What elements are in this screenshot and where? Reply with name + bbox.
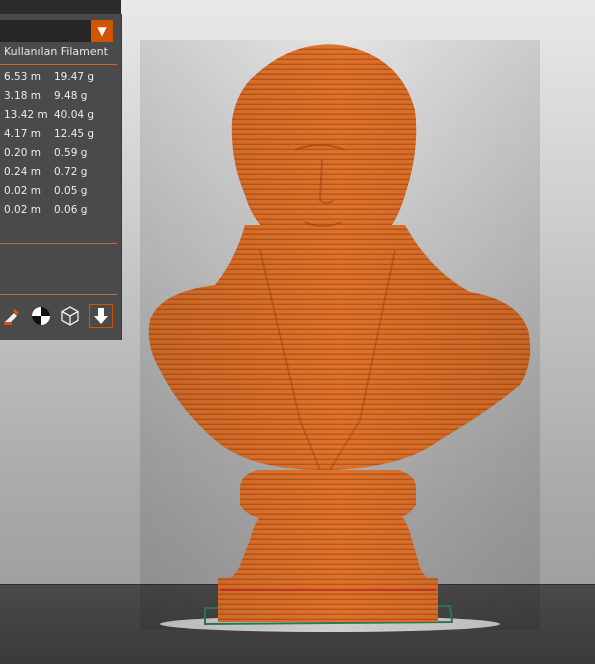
length-value: 0.24 m bbox=[4, 166, 41, 178]
chevron-down-icon[interactable]: ▼ bbox=[91, 20, 113, 42]
list-item: 0.02 m 0.06 g bbox=[0, 201, 121, 220]
length-value: 0.02 m bbox=[4, 204, 41, 216]
length-value: 3.18 m bbox=[4, 90, 41, 102]
length-value: 6.53 m bbox=[4, 71, 41, 83]
list-item: 0.02 m 0.05 g bbox=[0, 182, 121, 201]
list-item: 0.20 m 0.59 g bbox=[0, 144, 121, 163]
view-mode-dropdown[interactable]: ▼ bbox=[0, 20, 113, 42]
top-bar bbox=[0, 0, 121, 14]
center-target-icon[interactable] bbox=[29, 304, 53, 328]
list-item: 4.17 m 12.45 g bbox=[0, 125, 121, 144]
divider bbox=[0, 294, 117, 295]
print-info-panel: ▼ Kullanılan Filament 6.53 m 19.47 g 3.18… bbox=[0, 14, 122, 340]
length-value: 4.17 m bbox=[4, 128, 41, 140]
length-value: 0.20 m bbox=[4, 147, 41, 159]
list-item: 13.42 m 40.04 g bbox=[0, 106, 121, 125]
weight-value: 0.06 g bbox=[54, 204, 88, 216]
weight-value: 19.47 g bbox=[54, 71, 95, 83]
weight-value: 12.45 g bbox=[54, 128, 95, 140]
filament-usage-list: 6.53 m 19.47 g 3.18 m 9.48 g 13.42 m 40.04 … bbox=[0, 68, 121, 220]
filament-header: Kullanılan Filament bbox=[4, 45, 108, 58]
list-item: 0.24 m 0.72 g bbox=[0, 163, 121, 182]
weight-value: 0.05 g bbox=[54, 185, 88, 197]
list-item: 6.53 m 19.47 g bbox=[0, 68, 121, 87]
paint-brush-icon[interactable] bbox=[0, 304, 24, 328]
weight-value: 40.04 g bbox=[54, 109, 95, 121]
weight-value: 9.48 g bbox=[54, 90, 88, 102]
weight-value: 0.72 g bbox=[54, 166, 88, 178]
length-value: 0.02 m bbox=[4, 185, 41, 197]
view-toolbar bbox=[0, 304, 121, 332]
export-arrow-icon[interactable] bbox=[89, 304, 113, 328]
divider bbox=[0, 64, 117, 65]
weight-value: 0.59 g bbox=[54, 147, 88, 159]
list-item: 3.18 m 9.48 g bbox=[0, 87, 121, 106]
length-value: 13.42 m bbox=[4, 109, 48, 121]
divider bbox=[0, 243, 117, 244]
cube-icon[interactable] bbox=[58, 304, 82, 328]
